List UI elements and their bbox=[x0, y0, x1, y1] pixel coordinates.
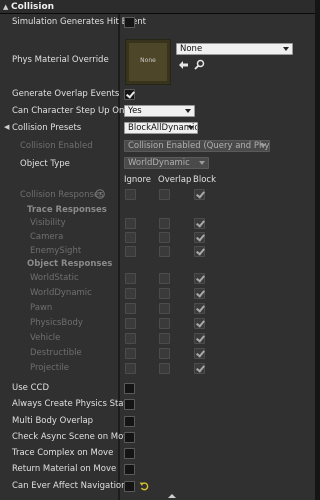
label-object-responses: Object Responses bbox=[27, 259, 113, 269]
worldstatic-overlap-checkbox[interactable] bbox=[159, 273, 170, 284]
scroll-down-icon[interactable] bbox=[167, 493, 177, 499]
details-panel bbox=[0, 14, 315, 500]
physicsbody-ignore-checkbox[interactable] bbox=[125, 318, 136, 329]
phys-material-thumbnail[interactable]: None bbox=[125, 39, 171, 85]
vehicle-overlap-checkbox[interactable] bbox=[159, 333, 170, 344]
visibility-ignore-checkbox[interactable] bbox=[125, 218, 136, 229]
label-object-type: Object Type bbox=[20, 159, 70, 169]
generate-overlap-checkbox[interactable] bbox=[124, 89, 135, 100]
label-generate-overlap: Generate Overlap Events bbox=[12, 89, 120, 99]
label-collision-responses: Collision Responses bbox=[20, 190, 104, 200]
label-use-ccd: Use CCD bbox=[12, 383, 49, 393]
object-type-value: WorldDynamic bbox=[128, 158, 190, 168]
chevron-down-icon bbox=[283, 47, 289, 51]
visibility-block-checkbox[interactable] bbox=[194, 218, 205, 229]
object-channel-label: Projectile bbox=[30, 363, 70, 373]
projectile-block-checkbox[interactable] bbox=[194, 363, 205, 374]
browse-search-icon[interactable] bbox=[194, 59, 205, 70]
reset-to-default-icon[interactable] bbox=[139, 481, 149, 491]
enemysight-ignore-checkbox[interactable] bbox=[125, 246, 136, 257]
column-overlap: Overlap bbox=[158, 175, 192, 185]
use-ccd-checkbox[interactable] bbox=[124, 383, 135, 394]
physicsbody-overlap-checkbox[interactable] bbox=[159, 318, 170, 329]
destructible-block-checkbox[interactable] bbox=[194, 348, 205, 359]
collision-presets-combo[interactable]: BlockAllDynamic bbox=[124, 122, 198, 134]
affect-navigation-checkbox[interactable] bbox=[124, 481, 135, 492]
collapse-triangle-icon[interactable]: ▲ bbox=[3, 3, 8, 11]
camera-overlap-checkbox[interactable] bbox=[159, 232, 170, 243]
collision-enabled-value: Collision Enabled (Query and Physics) bbox=[128, 141, 270, 151]
label-check-async: Check Async Scene on Move bbox=[12, 432, 134, 442]
collision-enabled-combo[interactable]: Collision Enabled (Query and Physics) bbox=[124, 140, 270, 152]
worlddynamic-overlap-checkbox[interactable] bbox=[159, 288, 170, 299]
projectile-ignore-checkbox[interactable] bbox=[125, 363, 136, 374]
sim-hit-checkbox[interactable] bbox=[124, 17, 135, 28]
section-title: Collision bbox=[11, 2, 55, 12]
label-collision-presets: Collision Presets bbox=[12, 123, 82, 133]
svg-text:?: ? bbox=[98, 191, 102, 199]
visibility-overlap-checkbox[interactable] bbox=[159, 218, 170, 229]
label-multi-body: Multi Body Overlap bbox=[12, 416, 94, 426]
step-up-value: Yes bbox=[128, 106, 142, 116]
check-async-checkbox[interactable] bbox=[124, 432, 135, 443]
column-ignore: Ignore bbox=[124, 175, 152, 185]
label-trace-responses: Trace Responses bbox=[27, 205, 107, 215]
object-type-combo[interactable]: WorldDynamic bbox=[124, 157, 209, 169]
thumbnail-label: None bbox=[140, 57, 156, 64]
label-phys-material: Phys Material Override bbox=[12, 55, 109, 65]
responses-overlap-checkbox[interactable] bbox=[159, 189, 170, 200]
enemysight-overlap-checkbox[interactable] bbox=[159, 246, 170, 257]
camera-ignore-checkbox[interactable] bbox=[125, 232, 136, 243]
worldstatic-block-checkbox[interactable] bbox=[194, 273, 205, 284]
label-affect-navigation: Can Ever Affect Navigation bbox=[12, 481, 127, 491]
label-return-material: Return Material on Move bbox=[12, 464, 117, 474]
pawn-overlap-checkbox[interactable] bbox=[159, 303, 170, 314]
presets-expand-icon[interactable]: ◀ bbox=[4, 123, 9, 131]
destructible-ignore-checkbox[interactable] bbox=[125, 348, 136, 359]
object-channel-label: WorldDynamic bbox=[30, 288, 92, 298]
trace-channel-label: EnemySight bbox=[30, 246, 82, 256]
worldstatic-ignore-checkbox[interactable] bbox=[125, 273, 136, 284]
object-channel-label: Vehicle bbox=[30, 333, 61, 343]
trace-channel-label: Camera bbox=[30, 232, 64, 242]
column-block: Block bbox=[193, 175, 216, 185]
object-channel-label: Destructible bbox=[30, 348, 82, 358]
step-up-combo[interactable]: Yes bbox=[124, 105, 195, 117]
responses-block-checkbox[interactable] bbox=[194, 189, 205, 200]
column-divider[interactable] bbox=[118, 14, 120, 500]
responses-ignore-checkbox[interactable] bbox=[125, 189, 136, 200]
object-channel-label: Pawn bbox=[30, 303, 53, 313]
trace-complex-checkbox[interactable] bbox=[124, 448, 135, 459]
worlddynamic-block-checkbox[interactable] bbox=[194, 288, 205, 299]
worlddynamic-ignore-checkbox[interactable] bbox=[125, 288, 136, 299]
destructible-overlap-checkbox[interactable] bbox=[159, 348, 170, 359]
label-trace-complex: Trace Complex on Move bbox=[12, 448, 114, 458]
pawn-ignore-checkbox[interactable] bbox=[125, 303, 136, 314]
label-collision-enabled: Collision Enabled bbox=[20, 141, 93, 151]
vehicle-block-checkbox[interactable] bbox=[194, 333, 205, 344]
chevron-down-icon bbox=[199, 161, 205, 165]
pawn-block-checkbox[interactable] bbox=[194, 303, 205, 314]
vehicle-ignore-checkbox[interactable] bbox=[125, 333, 136, 344]
label-always-physics: Always Create Physics State bbox=[12, 399, 133, 409]
chevron-down-icon bbox=[188, 126, 194, 130]
help-icon[interactable]: ? bbox=[95, 189, 105, 199]
use-selected-arrow-icon[interactable] bbox=[178, 60, 189, 70]
phys-material-value: None bbox=[180, 44, 203, 54]
chevron-down-icon bbox=[260, 144, 266, 148]
trace-channel-label: Visibility bbox=[30, 218, 66, 228]
projectile-overlap-checkbox[interactable] bbox=[159, 363, 170, 374]
physicsbody-block-checkbox[interactable] bbox=[194, 318, 205, 329]
object-channel-label: PhysicsBody bbox=[30, 318, 83, 328]
camera-block-checkbox[interactable] bbox=[194, 232, 205, 243]
return-material-checkbox[interactable] bbox=[124, 464, 135, 475]
always-physics-checkbox[interactable] bbox=[124, 399, 135, 410]
multi-body-checkbox[interactable] bbox=[124, 416, 135, 427]
object-channel-label: WorldStatic bbox=[30, 273, 79, 283]
collision-section-header[interactable]: ▲ Collision bbox=[0, 0, 315, 14]
label-step-up: Can Character Step Up On bbox=[12, 106, 125, 116]
chevron-down-icon bbox=[185, 109, 191, 113]
enemysight-block-checkbox[interactable] bbox=[194, 246, 205, 257]
phys-material-combo[interactable]: None bbox=[176, 43, 293, 55]
